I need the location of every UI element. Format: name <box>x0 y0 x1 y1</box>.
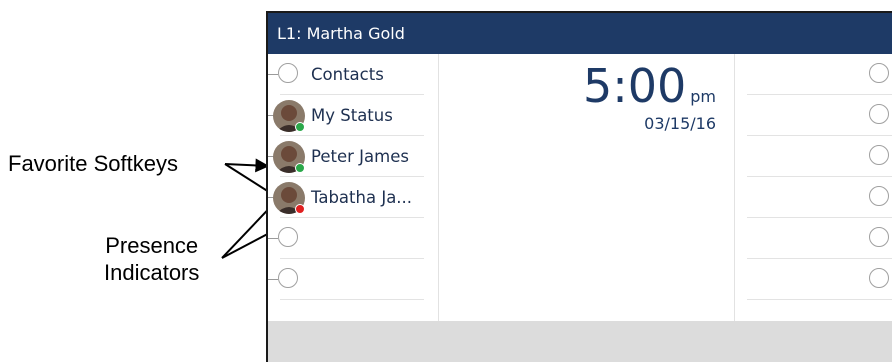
empty-key-circle-icon <box>278 63 298 83</box>
softkey-left-1[interactable]: Contacts <box>268 54 428 95</box>
softkey-right-3[interactable] <box>747 136 892 177</box>
phone-screen: L1: Martha Gold Contacts My Status Peter J… <box>266 11 892 362</box>
softkey-left-3[interactable]: Peter James <box>268 136 428 177</box>
arrow-fav-to-peter <box>224 158 270 173</box>
softkey-left-6[interactable] <box>268 259 428 300</box>
empty-key-circle-icon <box>278 227 298 247</box>
empty-key-circle-icon <box>869 227 889 247</box>
presence-busy-icon <box>295 204 305 214</box>
softkey-right-5[interactable] <box>747 218 892 259</box>
empty-key-circle-icon <box>869 145 889 165</box>
line-title-bar: L1: Martha Gold <box>268 13 892 54</box>
softkey-label: Contacts <box>311 65 384 84</box>
clock-panel: 5:00 pm 03/15/16 <box>438 54 734 321</box>
right-softkey-column <box>734 54 892 321</box>
softkey-right-1[interactable] <box>747 54 892 95</box>
date-display: 03/15/16 <box>644 114 716 133</box>
softkey-bar <box>268 321 892 362</box>
empty-key-circle-icon <box>278 268 298 288</box>
softkey-right-6[interactable] <box>747 259 892 300</box>
time-ampm: pm <box>690 87 716 106</box>
softkey-divider <box>747 299 892 300</box>
presence-callout-line1: Presence <box>105 233 199 258</box>
softkey-left-5[interactable] <box>268 218 428 259</box>
empty-key-circle-icon <box>869 186 889 206</box>
time-value: 5:00 <box>582 59 687 113</box>
softkey-right-4[interactable] <box>747 177 892 218</box>
softkey-left-2[interactable]: My Status <box>268 95 428 136</box>
softkey-left-4[interactable]: Tabatha Ja... <box>268 177 428 218</box>
presence-indicators-callout: Presence Indicators <box>104 232 199 286</box>
softkey-label: Peter James <box>311 147 409 166</box>
screen-content: Contacts My Status Peter James Tabatha Ja..… <box>268 54 892 321</box>
empty-key-circle-icon <box>869 63 889 83</box>
softkey-divider <box>280 299 424 300</box>
empty-key-circle-icon <box>869 104 889 124</box>
softkey-tick <box>268 74 278 75</box>
presence-callout-line2: Indicators <box>104 260 200 285</box>
line-title: L1: Martha Gold <box>277 24 405 43</box>
time-display: 5:00 pm <box>583 62 716 110</box>
softkey-label: Tabatha Ja... <box>311 188 413 207</box>
favorite-softkeys-callout: Favorite Softkeys <box>8 151 178 176</box>
softkey-label: My Status <box>311 106 393 125</box>
softkey-tick <box>268 238 278 239</box>
softkey-right-2[interactable] <box>747 95 892 136</box>
softkey-tick <box>268 279 278 280</box>
empty-key-circle-icon <box>869 268 889 288</box>
presence-available-icon <box>295 122 305 132</box>
presence-available-icon <box>295 163 305 173</box>
left-softkey-column: Contacts My Status Peter James Tabatha Ja..… <box>268 54 439 321</box>
